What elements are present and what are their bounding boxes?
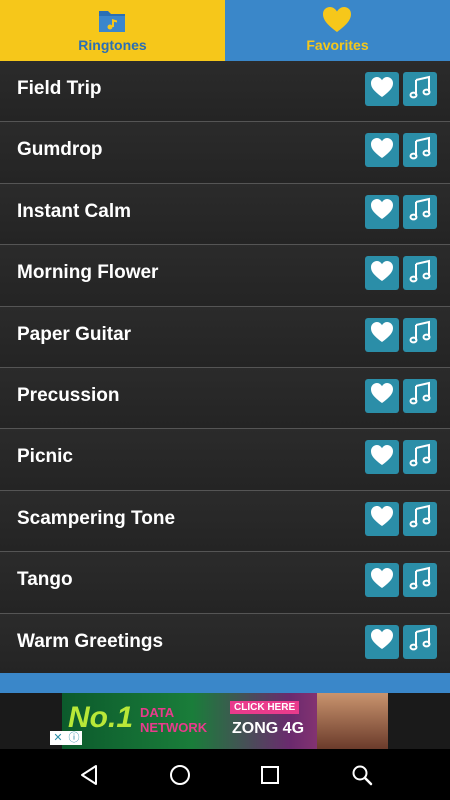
tab-bar: Ringtones Favorites [0, 0, 450, 61]
music-note-icon [408, 197, 432, 226]
favorite-button[interactable] [365, 256, 399, 291]
music-note-icon [408, 320, 432, 349]
ad-cta: CLICK HERE [230, 701, 300, 714]
ringtone-title: Precussion [17, 384, 120, 406]
system-navbar [0, 749, 450, 800]
set-ringtone-button[interactable] [403, 133, 437, 168]
music-note-icon [408, 627, 432, 656]
ad-headline: No.1 [68, 701, 134, 734]
ringtone-row[interactable]: Gumdrop [0, 122, 450, 184]
heart-icon [370, 137, 394, 164]
ringtone-title: Instant Calm [17, 200, 132, 222]
ad-controls: ✕ ⓘ [50, 731, 82, 745]
tab-ringtones-label: Ringtones [78, 37, 147, 53]
ringtone-row[interactable]: Warm Greetings [0, 613, 450, 675]
music-note-icon [408, 381, 432, 410]
set-ringtone-button[interactable] [403, 317, 437, 352]
ringtone-row[interactable]: Tango [0, 552, 450, 614]
ad-container: No.1 DATA NETWORK CLICK HERE ZONG 4G ✕ ⓘ [0, 693, 450, 749]
favorite-button[interactable] [365, 378, 399, 413]
search-icon[interactable] [350, 763, 374, 787]
ringtone-title: Morning Flower [17, 262, 159, 284]
favorite-button[interactable] [365, 194, 399, 229]
ringtone-title: Tango [17, 569, 73, 591]
music-note-icon [408, 259, 432, 288]
home-icon[interactable] [168, 763, 192, 787]
ad-image [317, 693, 388, 749]
ringtone-title: Picnic [17, 446, 73, 468]
music-note-icon [408, 75, 432, 104]
heart-icon [323, 7, 351, 32]
ringtone-title: Scampering Tone [17, 507, 176, 529]
ringtone-row[interactable]: Field Trip [0, 61, 450, 123]
ringtone-title: Paper Guitar [17, 323, 132, 345]
set-ringtone-button[interactable] [403, 194, 437, 229]
ad-banner[interactable]: No.1 DATA NETWORK CLICK HERE ZONG 4G [62, 693, 388, 749]
heart-icon [370, 321, 394, 348]
back-icon[interactable] [77, 763, 101, 787]
music-note-icon [408, 443, 432, 472]
heart-icon [370, 260, 394, 287]
ringtone-row[interactable]: Instant Calm [0, 183, 450, 246]
heart-icon [370, 76, 394, 103]
heart-icon [370, 382, 394, 409]
favorite-button[interactable] [365, 440, 399, 475]
ringtone-row[interactable]: Paper Guitar [0, 306, 450, 368]
heart-icon [370, 198, 394, 225]
ringtone-title: Field Trip [17, 78, 102, 99]
favorite-button[interactable] [365, 501, 399, 536]
ringtone-row[interactable]: Morning Flower [0, 245, 450, 307]
ringtone-title: Warm Greetings [17, 630, 164, 652]
set-ringtone-button[interactable] [403, 563, 437, 598]
favorite-button[interactable] [365, 72, 399, 106]
ringtone-row[interactable]: Scampering Tone [0, 490, 450, 553]
music-note-icon [408, 504, 432, 533]
ringtone-list: Field Trip Gumdrop Instant Calm Morning Flo… [0, 61, 450, 675]
ad-info-icon[interactable]: ⓘ [66, 731, 82, 745]
favorite-button[interactable] [365, 624, 399, 659]
tab-ringtones[interactable]: Ringtones [0, 0, 225, 61]
music-note-icon [408, 136, 432, 165]
music-folder-icon [99, 11, 125, 32]
set-ringtone-button[interactable] [403, 256, 437, 291]
set-ringtone-button[interactable] [403, 624, 437, 659]
favorite-button[interactable] [365, 563, 399, 598]
tab-favorites[interactable]: Favorites [225, 0, 450, 61]
ad-subline: DATA NETWORK [140, 705, 208, 735]
ringtone-title: Gumdrop [17, 139, 103, 161]
heart-icon [370, 567, 394, 594]
heart-icon [370, 628, 394, 655]
ringtone-row[interactable]: Precussion [0, 367, 450, 430]
ringtone-row[interactable]: Picnic [0, 429, 450, 491]
heart-icon [370, 505, 394, 532]
tab-favorites-label: Favorites [306, 37, 369, 53]
favorite-button[interactable] [365, 133, 399, 168]
set-ringtone-button[interactable] [403, 378, 437, 413]
ad-brand: ZONG 4G [232, 720, 305, 737]
favorite-button[interactable] [365, 317, 399, 352]
set-ringtone-button[interactable] [403, 72, 437, 106]
recents-icon[interactable] [258, 763, 282, 787]
music-note-icon [408, 566, 432, 595]
set-ringtone-button[interactable] [403, 440, 437, 475]
heart-icon [370, 444, 394, 471]
divider-bar [0, 673, 450, 693]
set-ringtone-button[interactable] [403, 501, 437, 536]
ad-close-icon[interactable]: ✕ [50, 731, 66, 745]
